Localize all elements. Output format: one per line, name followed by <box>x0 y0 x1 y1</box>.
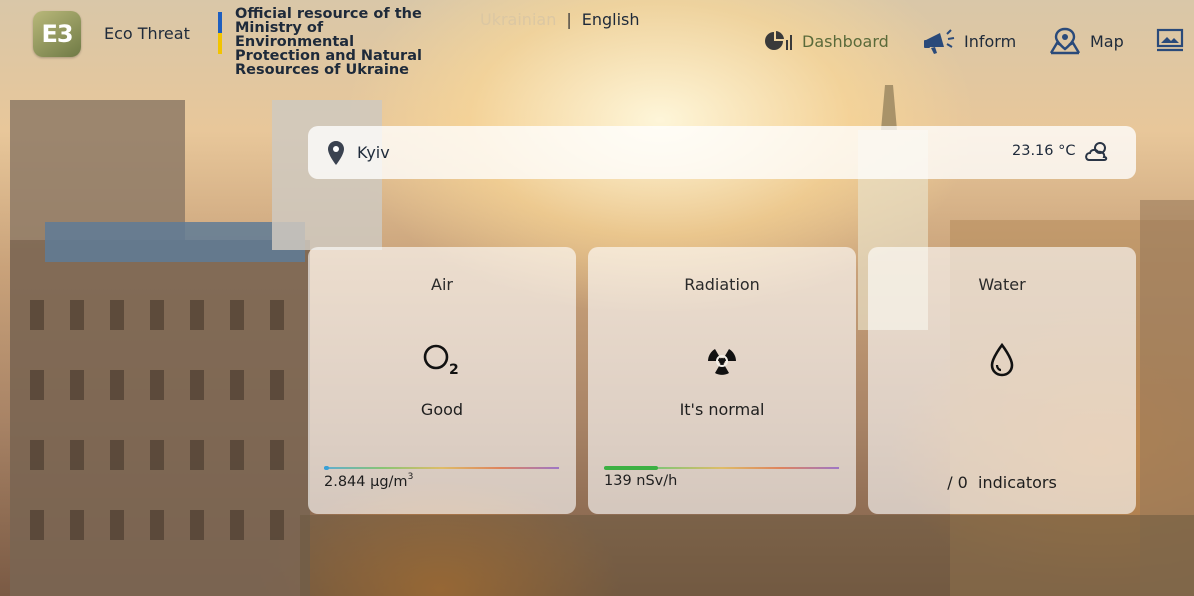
dashboard-icon <box>762 29 794 53</box>
location-bar[interactable]: Kyiv 23.16 °C <box>308 126 1136 179</box>
water-indicators: / 0 indicators <box>868 473 1136 492</box>
radiation-level-fill <box>604 466 658 470</box>
radiation-reading: 139 nSv/h <box>604 473 678 489</box>
radiation-icon <box>588 342 856 378</box>
location-pin-icon <box>326 140 346 170</box>
nav-inform[interactable]: Inform <box>922 26 1016 56</box>
air-level-fill <box>324 466 329 470</box>
nav-presentation[interactable] <box>1156 26 1184 56</box>
city-name[interactable]: Kyiv <box>357 143 390 162</box>
header: E3 Eco Threat Official resource of the M… <box>0 0 1194 90</box>
radiation-card-title: Radiation <box>684 275 760 294</box>
nav-map[interactable]: Map <box>1048 26 1124 56</box>
svg-text:2: 2 <box>449 362 459 378</box>
official-line: Official resource of the <box>235 6 422 22</box>
air-reading-value: 2.844 μg/m <box>324 473 408 490</box>
o2-icon: 2 <box>308 342 576 378</box>
air-reading: 2.844 μg/m3 <box>324 472 414 490</box>
megaphone-icon <box>922 27 956 55</box>
nav-map-label: Map <box>1090 31 1124 51</box>
map-icon <box>1048 27 1082 55</box>
water-indicator-label: indicators <box>978 473 1057 492</box>
nav-inform-label: Inform <box>964 31 1017 51</box>
air-card-title: Air <box>431 275 453 294</box>
radiation-card[interactable]: Radiation It's normal 139 nSv/h <box>588 247 856 514</box>
official-line: Resources of Ukraine <box>235 62 409 78</box>
nav-dashboard[interactable]: Dashboard <box>762 26 889 56</box>
air-scale-bar <box>324 467 559 469</box>
main-nav: Dashboard Inform Map <box>0 26 1194 56</box>
water-card-title: Water <box>978 275 1026 294</box>
water-drop-icon <box>868 342 1136 378</box>
water-indicator-count: / 0 <box>947 473 968 492</box>
air-card[interactable]: Air 2 Good 2.844 μg/m3 <box>308 247 576 514</box>
weather-cloud-icon <box>1083 140 1111 168</box>
air-status: Good <box>420 400 464 419</box>
nav-dashboard-label: Dashboard <box>802 31 889 51</box>
presentation-icon <box>1156 28 1184 54</box>
water-card[interactable]: Water / 0 indicators <box>868 247 1136 514</box>
radiation-status: It's normal <box>679 400 765 419</box>
air-reading-unit-exponent: 3 <box>407 472 414 482</box>
temperature-value: 23.16 °C <box>1012 143 1076 159</box>
